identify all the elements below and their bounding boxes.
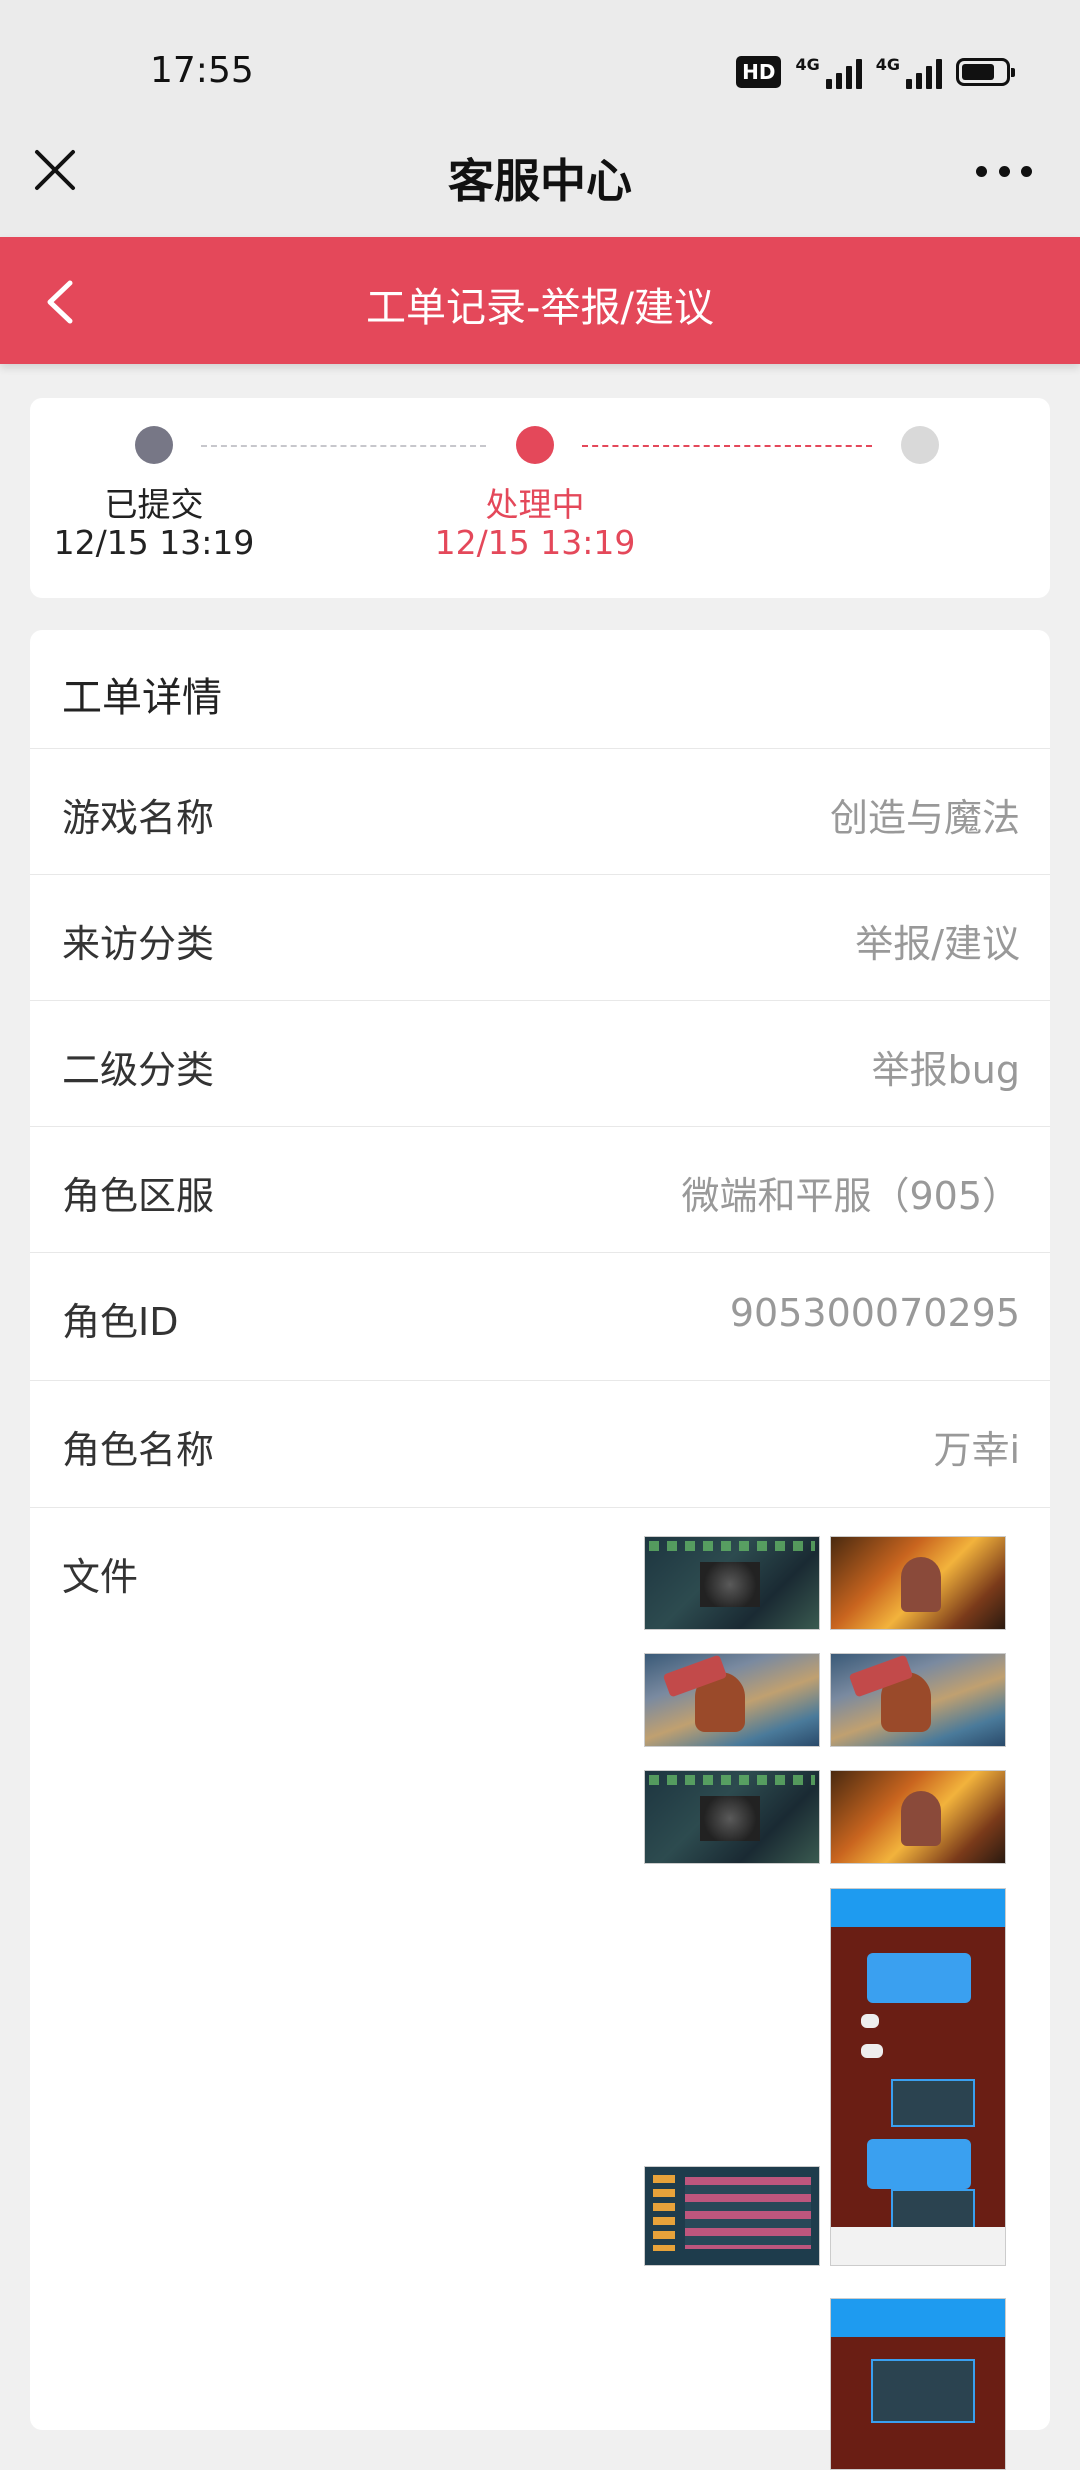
- ticket-header: 工单记录-举报/建议: [0, 237, 1080, 364]
- detail-row-role-name: 角色名称 万幸i: [30, 1380, 1050, 1507]
- files-label: 文件: [62, 1555, 139, 1599]
- detail-label: 来访分类: [62, 922, 215, 966]
- sim1-network-label: 4G: [795, 55, 820, 74]
- file-thumbnail[interactable]: [644, 1770, 820, 1864]
- step-label-submitted: 已提交: [104, 485, 204, 524]
- step-dot-processing: [516, 426, 554, 464]
- detail-value: 创造与魔法: [829, 796, 1020, 840]
- page-title: 客服中心: [448, 154, 632, 208]
- detail-value: 905300070295: [729, 1291, 1020, 1335]
- step-time-submitted: 12/15 13:19: [53, 523, 255, 562]
- detail-value: 微端和平服（905）: [681, 1174, 1020, 1218]
- detail-row-role-id: 角色ID 905300070295: [30, 1252, 1050, 1379]
- detail-label: 角色名称: [62, 1428, 215, 1472]
- sim2-network-label: 4G: [875, 55, 900, 74]
- file-thumbnail-chat[interactable]: [830, 2298, 1006, 2470]
- step-time-processing: 12/15 13:19: [434, 523, 636, 562]
- ticket-header-title: 工单记录-举报/建议: [366, 285, 714, 331]
- detail-label: 游戏名称: [62, 796, 215, 840]
- detail-row-files: 文件: [30, 1507, 1050, 2470]
- step-connector: [201, 445, 486, 447]
- ticket-details: 工单详情 游戏名称 创造与魔法 来访分类 举报/建议 二级分类 举报bug 角色…: [30, 630, 1050, 2470]
- progress-tracker: 已提交 12/15 13:19 处理中 12/15 13:19: [30, 398, 1050, 598]
- file-thumbnail[interactable]: [830, 1536, 1006, 1630]
- detail-row-server: 角色区服 微端和平服（905）: [30, 1126, 1050, 1253]
- detail-value: 举报/建议: [855, 922, 1020, 966]
- details-heading: 工单详情: [62, 675, 222, 721]
- more-icon[interactable]: [976, 163, 1032, 179]
- file-thumbnail[interactable]: [644, 1653, 820, 1747]
- step-dot-submitted: [135, 426, 173, 464]
- step-dot-pending: [901, 426, 939, 464]
- hd-voice-icon: HD: [736, 56, 782, 88]
- detail-value: 举报bug: [871, 1048, 1020, 1092]
- file-thumbnail[interactable]: [830, 1770, 1006, 1864]
- signal-sim2-icon: 4G: [876, 55, 942, 89]
- signal-sim1-icon: 4G: [795, 55, 862, 89]
- detail-label: 角色ID: [62, 1300, 179, 1344]
- status-icons: HD 4G 4G: [736, 52, 1015, 92]
- detail-label: 二级分类: [62, 1048, 215, 1092]
- file-thumbnail[interactable]: [830, 1653, 1006, 1747]
- file-thumbnail[interactable]: [644, 1536, 820, 1630]
- detail-row-visit-category: 来访分类 举报/建议: [30, 874, 1050, 1001]
- detail-row-subcategory: 二级分类 举报bug: [30, 1000, 1050, 1127]
- battery-icon: [956, 58, 1015, 86]
- detail-row-game-name: 游戏名称 创造与魔法: [30, 748, 1050, 875]
- file-thumbnail-chat[interactable]: [830, 1888, 1006, 2266]
- navigation-bar: 客服中心: [0, 105, 1080, 237]
- battery-level: [962, 64, 994, 80]
- detail-value: 万幸i: [933, 1428, 1020, 1472]
- step-label-processing: 处理中: [485, 485, 585, 524]
- detail-label: 角色区服: [62, 1174, 215, 1218]
- file-thumbnail[interactable]: [644, 2166, 820, 2266]
- step-connector: [582, 445, 872, 447]
- status-time: 17:55: [150, 50, 254, 91]
